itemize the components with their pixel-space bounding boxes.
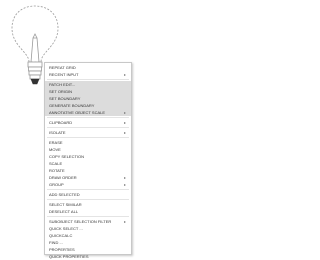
context-menu: REPEAT GRID RECENT INPUT ▸ PATCH EDIT... SET… [44, 62, 132, 259]
menu-item-label: GROUP [49, 182, 64, 187]
menu-item[interactable]: SET ORIGIN [45, 88, 131, 95]
menu-item-label: SET ORIGIN [49, 89, 73, 94]
menu-item[interactable]: DESELECT ALL [45, 208, 131, 215]
menu-item-label: MOVE [49, 147, 61, 152]
menu-item[interactable]: QUICK SELECT ... [45, 225, 131, 232]
menu-item[interactable]: PATCH EDIT... [45, 81, 131, 88]
menu-item-label: SELECT SIMILAR [49, 202, 82, 207]
menu-item-label: ADD SELECTED [49, 192, 80, 197]
menu-item-label: FIND ... [49, 240, 63, 245]
menu-item[interactable]: PROPERTIES [45, 246, 131, 253]
menu-item-label: SUBOBJECT SELECTION FILTER [49, 219, 112, 224]
submenu-arrow-icon: ▸ [123, 72, 126, 77]
menu-item-label: DESELECT ALL [49, 209, 79, 214]
submenu-arrow-icon: ▸ [123, 175, 126, 180]
menu-item[interactable]: ADD SELECTED [45, 191, 131, 198]
menu-item-label: QUICK SELECT ... [49, 226, 83, 231]
menu-item[interactable]: SELECT SIMILAR [45, 201, 131, 208]
menu-item-label: DRAW ORDER [49, 175, 77, 180]
menu-item[interactable]: ISOLATE ▸ [45, 129, 131, 136]
menu-item[interactable]: QUICK PROPERTIES [45, 253, 131, 260]
submenu-arrow-icon: ▸ [123, 182, 126, 187]
menu-item[interactable]: GENERATE BOUNDARY [45, 102, 131, 109]
menu-item[interactable]: COPY SELECTION [45, 153, 131, 160]
menu-item[interactable]: FIND ... [45, 239, 131, 246]
menu-item[interactable]: ERASE [45, 139, 131, 146]
menu-item-label: SET BOUNDARY [49, 96, 81, 101]
menu-item-label: PROPERTIES [49, 247, 75, 252]
menu-item-label: ROTATE [49, 168, 65, 173]
menu-item-label: ERASE [49, 140, 63, 145]
menu-item[interactable]: GROUP ▸ [45, 181, 131, 188]
menu-item-label: SCALE [49, 161, 63, 166]
menu-item-label: CLIPBOARD [49, 120, 73, 125]
menu-item-label: REPEAT GRID [49, 65, 76, 70]
menu-item-label: PATCH EDIT... [49, 82, 76, 87]
menu-item[interactable]: DRAW ORDER ▸ [45, 174, 131, 181]
menu-item[interactable]: MOVE [45, 146, 131, 153]
menu-item-label: ANNOTATIVE OBJECT SCALE [49, 110, 106, 115]
menu-item-label: RECENT INPUT [49, 72, 79, 77]
menu-item[interactable]: SET BOUNDARY [45, 95, 131, 102]
submenu-arrow-icon: ▸ [123, 110, 126, 115]
menu-item-label: ISOLATE [49, 130, 66, 135]
menu-item[interactable]: REPEAT GRID [45, 64, 131, 71]
submenu-arrow-icon: ▸ [123, 120, 126, 125]
menu-item[interactable]: QUICKCALC [45, 232, 131, 239]
submenu-arrow-icon: ▸ [123, 130, 126, 135]
menu-item[interactable]: SCALE [45, 160, 131, 167]
submenu-arrow-icon: ▸ [123, 219, 126, 224]
menu-item[interactable]: ROTATE [45, 167, 131, 174]
menu-item-label: QUICK PROPERTIES [49, 254, 89, 259]
menu-item[interactable]: CLIPBOARD ▸ [45, 119, 131, 126]
menu-item[interactable]: RECENT INPUT ▸ [45, 71, 131, 78]
menu-item[interactable]: ANNOTATIVE OBJECT SCALE ▸ [45, 109, 131, 116]
menu-item-label: GENERATE BOUNDARY [49, 103, 95, 108]
menu-item-label: COPY SELECTION [49, 154, 85, 159]
menu-item-label: QUICKCALC [49, 233, 73, 238]
menu-item[interactable]: SUBOBJECT SELECTION FILTER ▸ [45, 218, 131, 225]
